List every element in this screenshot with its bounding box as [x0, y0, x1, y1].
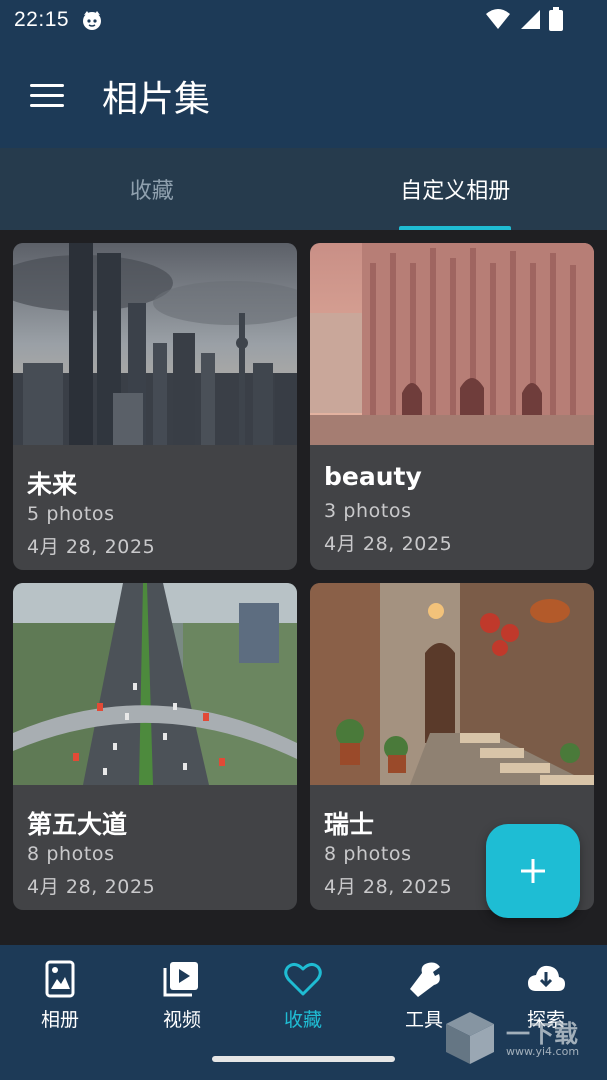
album-photo-count: 5 photos: [27, 503, 115, 525]
tab-custom-albums[interactable]: 自定义相册: [304, 148, 607, 230]
menu-icon-line: [30, 84, 64, 87]
page-title: 相片集: [102, 79, 211, 120]
wifi-icon: [486, 9, 510, 29]
battery-icon: [549, 7, 563, 31]
signal-icon: [521, 10, 540, 29]
album-icon: [45, 960, 75, 998]
album-card[interactable]: beauty 3 photos 4月 28, 2025: [310, 243, 594, 570]
tab-favorites[interactable]: 收藏: [0, 148, 304, 230]
album-photo-count: 3 photos: [324, 500, 412, 522]
album-photo-count: 8 photos: [27, 843, 115, 865]
tab-label: 收藏: [129, 179, 174, 204]
album-title: beauty: [324, 462, 422, 491]
status-bar: 22:15: [0, 0, 607, 40]
menu-icon-line: [30, 94, 64, 97]
heart-icon: [284, 962, 322, 996]
tab-label: 自定义相册: [400, 179, 511, 204]
nav-item-favorites[interactable]: 收藏: [253, 959, 353, 1035]
watermark-text: 一下载: [506, 1020, 578, 1048]
status-time: 22:15: [14, 8, 70, 31]
album-card[interactable]: 未来 5 photos 4月 28, 2025: [13, 243, 297, 570]
album-date: 4月 28, 2025: [27, 876, 156, 898]
watermark: 一下载 www.yi4.com: [444, 1010, 604, 1070]
nav-label: 收藏: [283, 1009, 322, 1031]
cat-app-icon: [83, 11, 102, 30]
video-icon: [163, 962, 198, 997]
album-title: 第五大道: [27, 810, 128, 839]
nav-item-videos[interactable]: 视频: [132, 959, 232, 1035]
album-date: 4月 28, 2025: [27, 536, 156, 558]
album-cover-image: [13, 583, 297, 785]
album-photo-count: 8 photos: [324, 843, 412, 865]
wrench-icon: [410, 962, 440, 997]
watermark-url: www.yi4.com: [506, 1045, 580, 1058]
album-title: 未来: [27, 470, 78, 499]
album-cover-image: [310, 583, 594, 785]
app-bar: 相片集: [0, 40, 607, 148]
menu-icon-line: [30, 104, 64, 107]
album-cover-image: [13, 243, 297, 445]
cloud-download-icon: [528, 965, 565, 991]
cube-logo-icon: [446, 1012, 494, 1064]
add-album-button[interactable]: [486, 824, 580, 918]
album-card[interactable]: 第五大道 8 photos 4月 28, 2025: [13, 583, 297, 910]
album-cover-image: [310, 243, 594, 445]
nav-label: 相册: [40, 1009, 79, 1031]
plus-icon: [521, 859, 545, 883]
album-date: 4月 28, 2025: [324, 876, 453, 898]
menu-button[interactable]: [30, 84, 64, 110]
album-title: 瑞士: [324, 810, 375, 839]
home-indicator[interactable]: [212, 1056, 395, 1062]
nav-item-albums[interactable]: 相册: [10, 959, 110, 1035]
nav-label: 视频: [162, 1009, 201, 1031]
tab-bar: 收藏 自定义相册: [0, 148, 607, 230]
album-date: 4月 28, 2025: [324, 533, 453, 555]
header: 22:15 相片集: [0, 0, 607, 148]
